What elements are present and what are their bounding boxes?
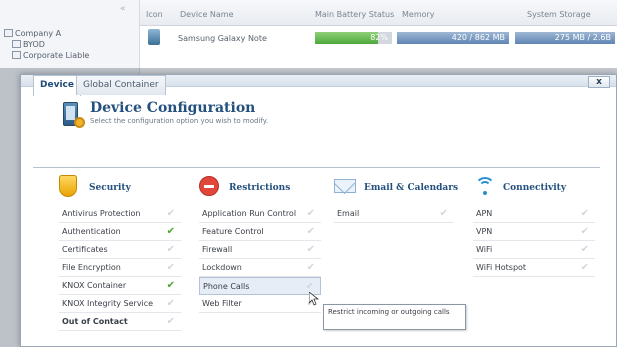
checkmark-empty-icon: ✔ (166, 262, 175, 273)
config-item[interactable]: Out of Contact ✔ (59, 313, 181, 331)
tree-item[interactable]: Corporate Liable (4, 50, 89, 61)
config-item[interactable]: Antivirus Protection ✔ (59, 205, 181, 223)
checkmark-empty-icon: ✔ (580, 244, 589, 255)
device-grid-header: Icon Device Name Main Battery Status Mem… (140, 0, 617, 26)
checkmark-empty-icon: ✔ (580, 226, 589, 237)
config-item[interactable]: Lockdown ✔ (199, 259, 321, 277)
checkmark-empty-icon: ✔ (306, 262, 315, 273)
config-item[interactable]: Application Run Control ✔ (199, 205, 321, 223)
column-header[interactable]: System Storage (527, 10, 591, 19)
mouse-cursor-icon (308, 291, 320, 309)
dialog-title: Device Configuration (90, 100, 256, 116)
dialog-subtitle: Select the configuration option you wish… (90, 117, 269, 125)
close-button[interactable]: x (588, 76, 610, 88)
email-calendars-list: Email ✔ (334, 205, 454, 223)
config-item-label: Application Run Control (202, 209, 297, 218)
config-item[interactable]: Phone Calls ✔ (199, 277, 321, 295)
folder-icon (12, 51, 21, 59)
config-item-label: Email (337, 209, 360, 218)
config-item-label: Out of Contact (62, 317, 128, 326)
device-settings-icon (63, 102, 85, 128)
config-item[interactable]: Feature Control ✔ (199, 223, 321, 241)
config-item-label: Feature Control (202, 227, 264, 236)
config-item-label: Antivirus Protection (62, 209, 141, 218)
column-title: Security (89, 183, 131, 193)
collapse-panel-icon[interactable]: « (120, 4, 126, 14)
checkmark-empty-icon: ✔ (306, 208, 315, 219)
phone-icon (148, 29, 160, 45)
config-item-label: WiFi Hotspot (476, 263, 527, 272)
column-title: Restrictions (229, 183, 291, 193)
wifi-icon (473, 175, 495, 197)
config-item-label: File Encryption (62, 263, 121, 272)
checkmark-icon: ✔ (166, 280, 175, 291)
folder-icon (4, 29, 13, 37)
config-item[interactable]: KNOX Integrity Service ✔ (59, 295, 181, 313)
config-item[interactable]: Authentication ✔ (59, 223, 181, 241)
column-title: Email & Calendars (364, 183, 459, 193)
memory-bar: 420 / 862 MB (397, 32, 509, 44)
config-item-label: Lockdown (202, 263, 242, 272)
column-header[interactable]: Icon (146, 10, 163, 19)
config-item[interactable]: APN ✔ (473, 205, 595, 223)
checkmark-empty-icon: ✔ (166, 298, 175, 309)
config-item[interactable]: WiFi ✔ (473, 241, 595, 259)
config-item-label: Web Filter (202, 299, 242, 308)
tab-device[interactable]: Device (33, 75, 81, 96)
restrictions-list: Application Run Control ✔ Feature Control ✔… (199, 205, 321, 313)
config-item-label: Firewall (202, 245, 233, 254)
config-item-label: VPN (476, 227, 493, 236)
config-item-label: Certificates (62, 245, 108, 254)
config-item[interactable]: Email ✔ (334, 205, 454, 223)
config-item-label: WiFi (476, 245, 493, 254)
device-row[interactable]: Samsung Galaxy Note 82% 420 / 862 MB 275… (140, 27, 617, 49)
column-header[interactable]: Memory (402, 10, 435, 19)
battery-bar: 82% (315, 32, 392, 44)
device-name: Samsung Galaxy Note (178, 34, 267, 43)
config-item[interactable]: WiFi Hotspot ✔ (473, 259, 595, 277)
group-tree: Company A BYOD Corporate Liable (4, 28, 89, 61)
checkmark-empty-icon: ✔ (166, 244, 175, 255)
security-list: Antivirus Protection ✔ Authentication ✔ Cert… (59, 205, 181, 331)
checkmark-empty-icon: ✔ (580, 208, 589, 219)
tab-divider (33, 167, 600, 168)
config-item-label: KNOX Container (62, 281, 127, 290)
config-item[interactable]: File Encryption ✔ (59, 259, 181, 277)
column-title: Connectivity (503, 183, 567, 193)
config-item[interactable]: Web Filter ✔ (199, 295, 321, 313)
config-item[interactable]: Firewall ✔ (199, 241, 321, 259)
tooltip: Restrict incoming or outgoing calls (323, 304, 466, 330)
checkmark-empty-icon: ✔ (306, 244, 315, 255)
connectivity-list: APN ✔ VPN ✔ WiFi ✔ WiFi Hotspot ✔ (473, 205, 595, 277)
no-entry-icon (199, 175, 221, 197)
tab-global-container[interactable]: Global Container (76, 75, 166, 95)
shield-icon (59, 175, 81, 197)
storage-bar: 275 MB / 2.6B (515, 32, 615, 44)
checkmark-empty-icon: ✔ (166, 316, 175, 327)
config-item[interactable]: KNOX Container ✔ (59, 277, 181, 295)
config-item-label: KNOX Integrity Service (62, 299, 154, 308)
config-item[interactable]: Certificates ✔ (59, 241, 181, 259)
checkmark-icon: ✔ (166, 226, 175, 237)
envelope-icon (334, 175, 356, 197)
config-item-label: Authentication (62, 227, 121, 236)
checkmark-empty-icon: ✔ (306, 226, 315, 237)
folder-icon (12, 40, 21, 48)
config-item-label: Phone Calls (203, 282, 250, 291)
battery-fill (315, 32, 379, 44)
config-item-label: APN (476, 209, 493, 218)
checkmark-empty-icon: ✔ (580, 262, 589, 273)
tree-item[interactable]: BYOD (4, 39, 89, 50)
checkmark-empty-icon: ✔ (166, 208, 175, 219)
checkmark-empty-icon: ✔ (439, 208, 448, 219)
column-header[interactable]: Main Battery Status (315, 10, 394, 19)
config-item[interactable]: VPN ✔ (473, 223, 595, 241)
tree-item[interactable]: Company A (4, 28, 89, 39)
column-header[interactable]: Device Name (180, 10, 234, 19)
